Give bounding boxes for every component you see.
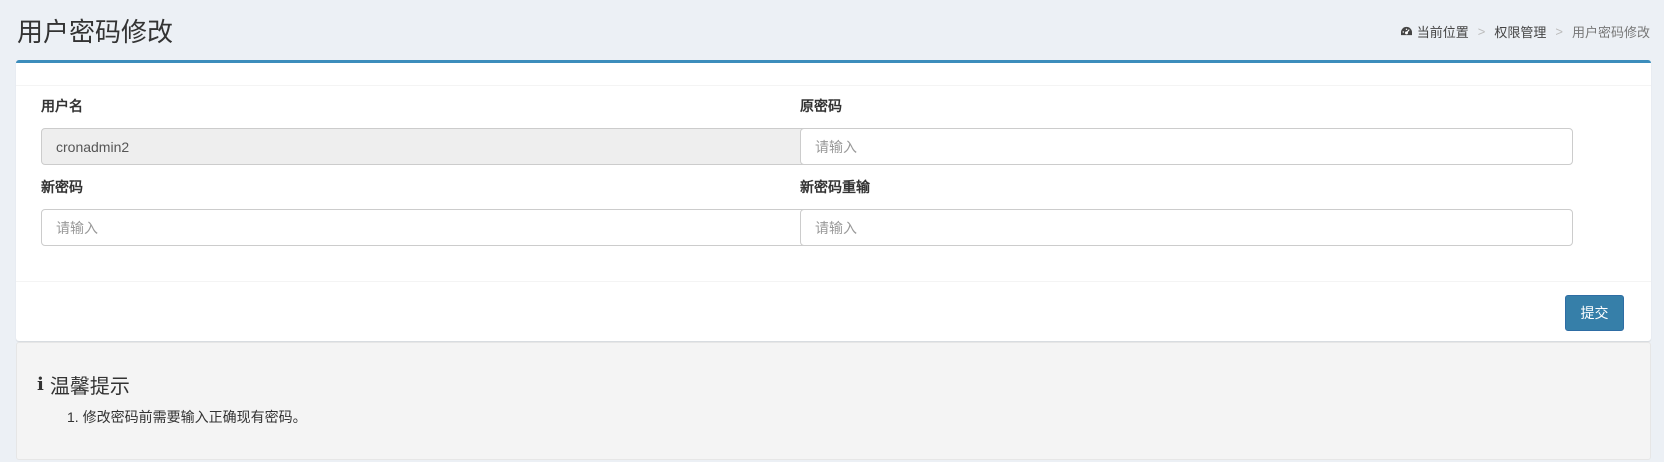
tips-list-item: 1. 修改密码前需要输入正确现有密码。 — [67, 409, 307, 425]
new-password-field[interactable] — [41, 209, 814, 246]
tips-callout: i 温馨提示 1. 修改密码前需要输入正确现有密码。 — [16, 342, 1651, 460]
info-icon: i — [37, 374, 44, 395]
old-password-group: 原密码 — [800, 96, 1573, 165]
breadcrumb-home-label: 当前位置 — [1416, 25, 1469, 40]
new-password-label: 新密码 — [41, 179, 83, 195]
confirm-password-group: 新密码重输 — [800, 177, 1573, 246]
old-password-label: 原密码 — [800, 98, 842, 114]
dashboard-icon — [1400, 26, 1412, 36]
old-password-field[interactable] — [800, 128, 1573, 165]
username-group: 用户名 — [41, 96, 814, 165]
tips-list: 1. 修改密码前需要输入正确现有密码。 — [67, 407, 307, 427]
page-title: 用户密码修改 — [17, 17, 174, 47]
username-field[interactable] — [41, 128, 814, 165]
box-footer-divider — [16, 281, 1651, 282]
confirm-password-label: 新密码重输 — [800, 179, 870, 195]
tips-title-text: 温馨提示 — [49, 376, 130, 398]
breadcrumb-separator: > — [1555, 24, 1563, 39]
breadcrumb-current: 用户密码修改 — [1571, 25, 1650, 40]
breadcrumb-home[interactable]: 当前位置 — [1400, 22, 1469, 41]
submit-button[interactable]: 提交 — [1565, 295, 1624, 331]
breadcrumb-separator: > — [1477, 24, 1486, 39]
box-header-divider — [16, 85, 1651, 86]
breadcrumb-section[interactable]: 权限管理 — [1494, 22, 1546, 41]
breadcrumb: 当前位置 > 权限管理 > 用户密码修改 — [1400, 22, 1650, 41]
tips-title: i 温馨提示 — [37, 370, 130, 399]
password-form-box: 用户名 原密码 新密码 新密码重输 提交 — [16, 60, 1651, 341]
page-header: 用户密码修改 当前位置 > 权限管理 > 用户密码修改 — [0, 0, 1664, 60]
confirm-password-field[interactable] — [800, 209, 1573, 246]
username-label: 用户名 — [41, 98, 83, 114]
new-password-group: 新密码 — [41, 177, 814, 246]
